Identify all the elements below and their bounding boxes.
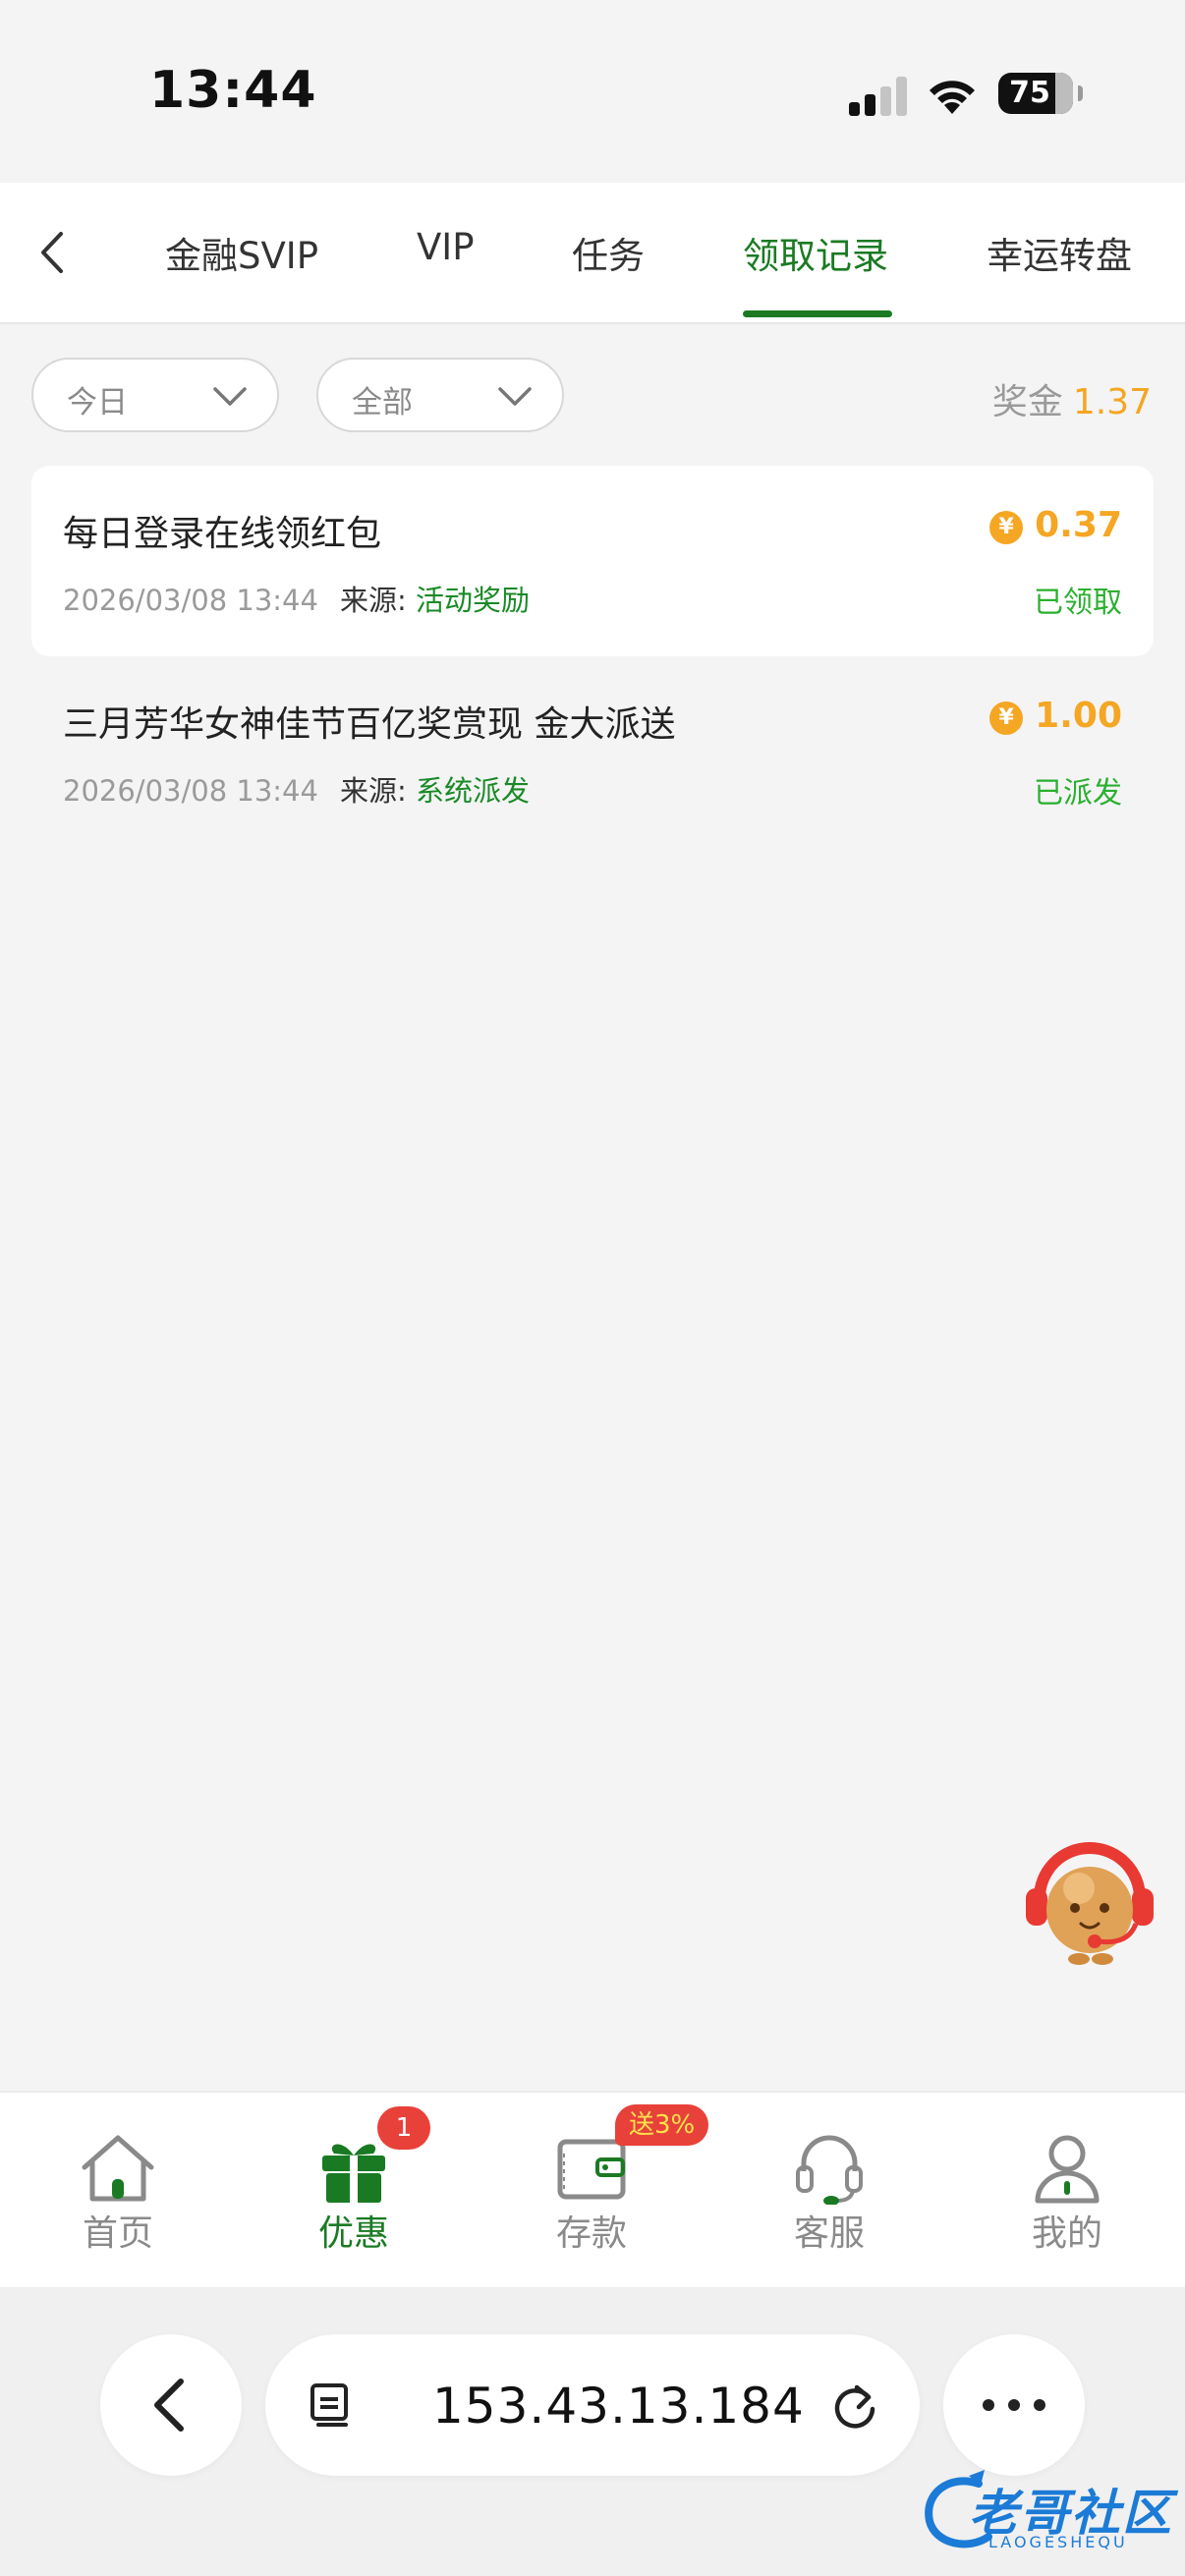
nav-home[interactable]: 首页: [39, 2130, 197, 2256]
battery-icon: 75: [998, 73, 1083, 114]
record-status: 已领取: [1034, 586, 1122, 620]
record-meta: 2026/03/08 13:44 来源: 系统派发: [63, 768, 530, 810]
browser-more-button[interactable]: [943, 2334, 1085, 2476]
reload-icon[interactable]: [827, 2378, 882, 2433]
tab-tasks[interactable]: 任务: [572, 226, 645, 279]
bonus-label: 奖金: [991, 382, 1063, 422]
browser-address-bar[interactable]: 153.43.13.184: [265, 2334, 920, 2476]
record-amount-value: 0.37: [1035, 505, 1122, 545]
tab-vip[interactable]: VIP: [417, 226, 475, 268]
nav-promotions-label: 优惠: [317, 2213, 389, 2254]
date-filter-value: 今日: [67, 385, 128, 420]
tab-claim-records[interactable]: 领取记录: [743, 226, 888, 279]
bottom-nav: 首页 优惠 1 存款 送3% 客服 我的: [0, 2091, 1185, 2289]
status-time: 13:44: [149, 61, 317, 120]
bonus-value: 1.37: [1072, 382, 1152, 422]
watermark-logo: 老哥社区 LAOGESHEQU: [920, 2466, 1171, 2564]
record-title: 每日登录在线领红包: [63, 514, 382, 554]
coin-icon: ¥: [989, 511, 1024, 544]
chevron-down-icon: [213, 387, 247, 406]
record-source-value: 系统派发: [415, 774, 530, 808]
browser-url: 153.43.13.184: [432, 2378, 805, 2435]
headset-icon: [796, 2135, 863, 2205]
status-bar: 13:44 75: [0, 0, 1185, 183]
headset-icon: [1026, 1888, 1047, 1926]
back-icon: [154, 2379, 184, 2432]
battery-level: 75: [1009, 76, 1050, 110]
chevron-left-icon[interactable]: [29, 228, 79, 277]
record-amount-value: 1.00: [1035, 696, 1122, 736]
deposit-promo-badge: 送3%: [615, 2104, 709, 2146]
tab-lucky-wheel[interactable]: 幸运转盘: [987, 226, 1132, 279]
type-filter-value: 全部: [352, 385, 413, 420]
coin-icon: ¥: [989, 701, 1024, 735]
watermark-subtext: LAOGESHEQU: [988, 2533, 1128, 2551]
record-amount: ¥0.37: [989, 505, 1122, 545]
wifi-icon: [930, 81, 975, 114]
reader-icon: [310, 2383, 348, 2427]
record-meta: 2026/03/08 13:44 来源: 活动奖励: [63, 578, 530, 619]
record-source-label: 来源:: [339, 584, 407, 617]
cellular-signal-icon: [849, 77, 908, 116]
chevron-down-icon: [498, 387, 532, 406]
more-icon: [983, 2399, 1045, 2411]
nav-home-label: 首页: [82, 2213, 153, 2254]
browser-back-button[interactable]: [100, 2334, 242, 2476]
record-item[interactable]: 每日登录在线领红包 ¥0.37 2026/03/08 13:44 来源: 活动奖励…: [31, 466, 1154, 656]
active-tab-indicator: [743, 310, 892, 317]
user-icon: [1035, 2135, 1100, 2204]
record-item[interactable]: 三月芳华女神佳节百亿奖赏现 金大派送 ¥1.00 2026/03/08 13:4…: [31, 656, 1154, 847]
notification-badge: 1: [377, 2106, 430, 2150]
nav-profile-label: 我的: [1031, 2213, 1102, 2254]
record-status: 已派发: [1034, 776, 1122, 811]
nav-profile[interactable]: 我的: [988, 2130, 1146, 2256]
date-filter-dropdown[interactable]: 今日: [31, 358, 279, 432]
tab-finance-svip[interactable]: 金融SVIP: [165, 226, 318, 279]
record-amount: ¥1.00: [989, 696, 1122, 736]
record-title: 三月芳华女神佳节百亿奖赏现 金大派送: [63, 704, 676, 745]
record-datetime: 2026/03/08 13:44: [63, 774, 318, 808]
nav-customer-service-label: 客服: [793, 2213, 865, 2254]
type-filter-dropdown[interactable]: 全部: [316, 358, 564, 432]
record-source-label: 来源:: [339, 774, 407, 808]
nav-deposit[interactable]: 存款: [513, 2130, 670, 2256]
bonus-total: 奖金 1.37: [992, 373, 1152, 424]
record-datetime: 2026/03/08 13:44: [63, 584, 318, 617]
customer-service-float-button[interactable]: [1020, 1829, 1159, 1967]
home-icon: [82, 2135, 154, 2202]
nav-customer-service[interactable]: 客服: [751, 2130, 908, 2256]
nav-deposit-label: 存款: [555, 2213, 627, 2254]
record-source-value: 活动奖励: [415, 584, 530, 617]
top-tab-bar: 金融SVIP VIP 任务 领取记录 幸运转盘: [0, 183, 1185, 324]
